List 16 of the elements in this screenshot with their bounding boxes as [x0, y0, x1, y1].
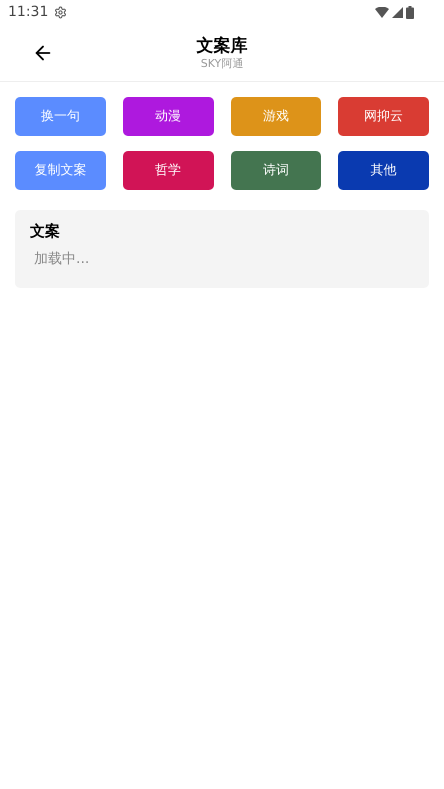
category-button[interactable]: 诗词	[230, 151, 322, 190]
category-button[interactable]: 复制文案	[15, 151, 106, 190]
category-button[interactable]: 换一句	[15, 97, 106, 136]
settings-icon	[54, 6, 68, 18]
category-button[interactable]: 哲学	[122, 151, 214, 190]
category-button[interactable]: 动漫	[122, 97, 214, 136]
card-text: 加载中...	[33, 250, 90, 268]
page-subtitle: SKY阿通	[200, 56, 244, 70]
signal-icon	[392, 6, 403, 18]
wifi-icon	[375, 6, 389, 18]
page-title: 文案库	[196, 34, 248, 56]
card-title: 文案	[30, 221, 61, 242]
category-button[interactable]: 网抑云	[338, 97, 429, 136]
battery-icon	[406, 6, 414, 18]
category-button[interactable]: 其他	[338, 151, 429, 190]
status-time: 11:31	[8, 2, 48, 22]
